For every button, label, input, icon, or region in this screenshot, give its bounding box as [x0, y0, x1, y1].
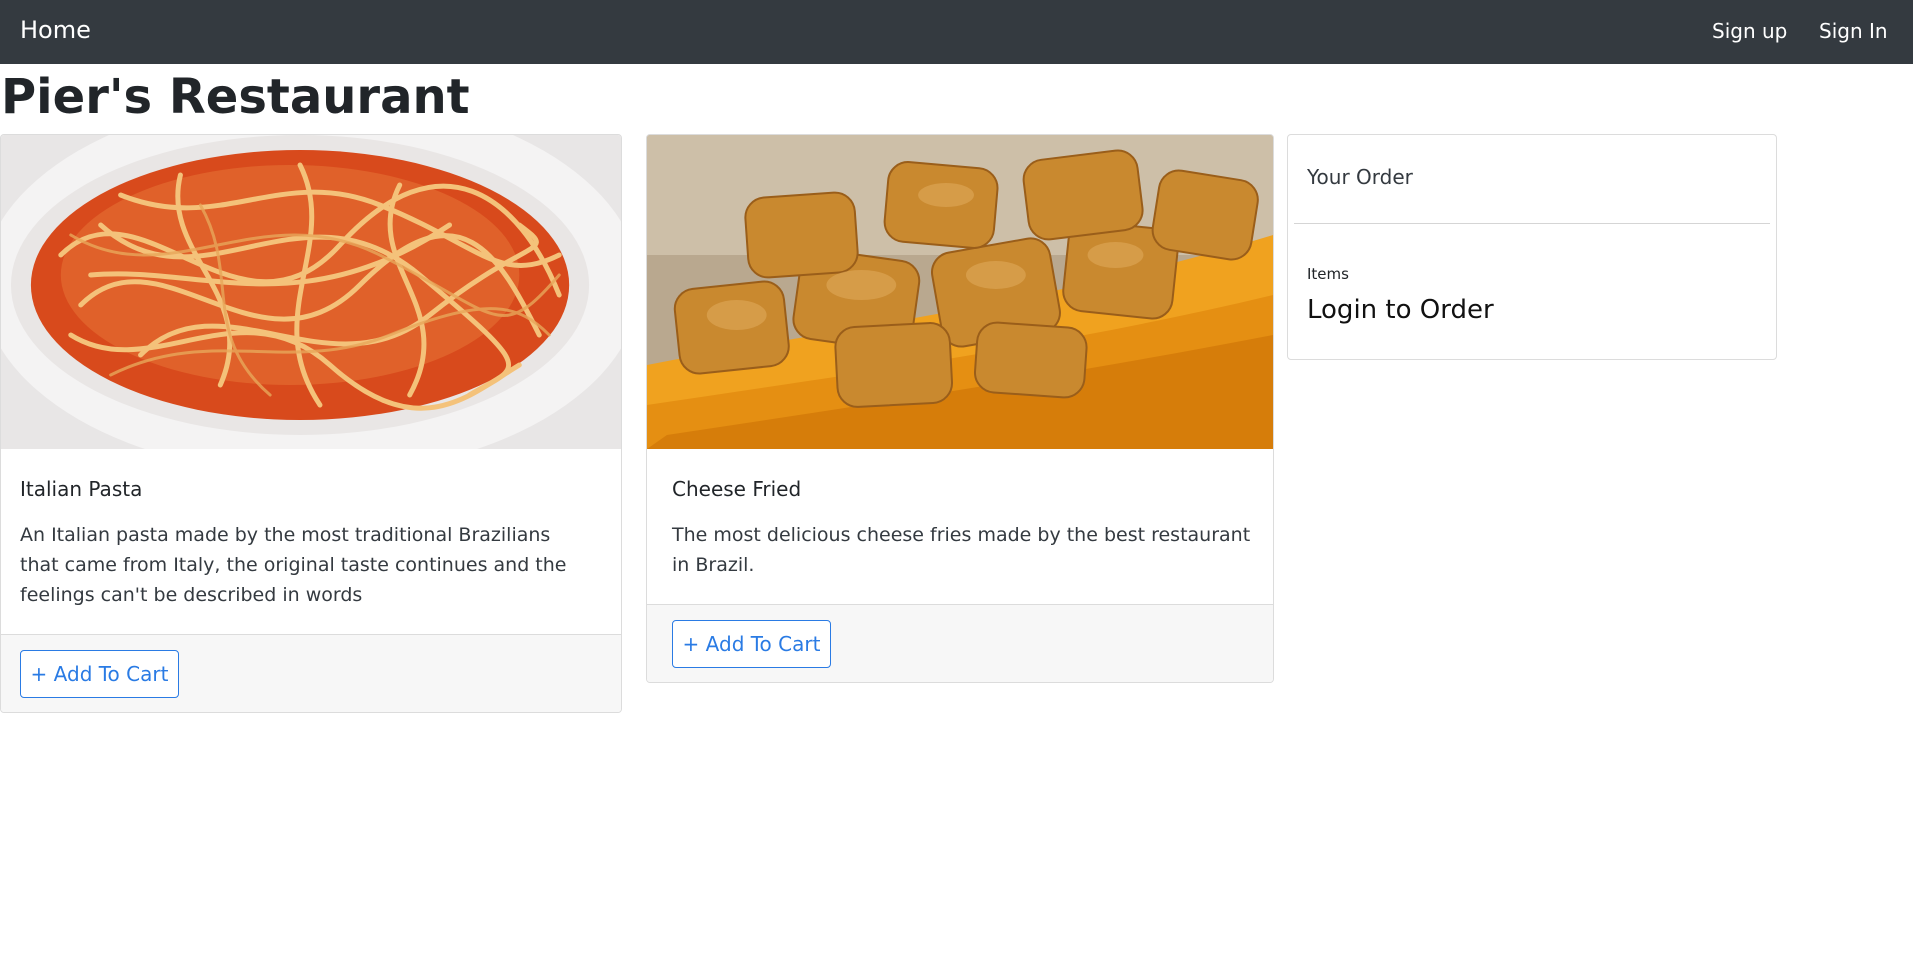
menu-card-italian-pasta: Italian Pasta An Italian pasta made by t…: [0, 134, 622, 713]
order-items-label: Items: [1307, 265, 1349, 283]
navbar: Home Sign up Sign In: [0, 0, 1913, 64]
nav-home-link[interactable]: Home: [20, 16, 91, 44]
order-panel: Your Order Items Login to Order: [1287, 134, 1777, 360]
order-title: Your Order: [1307, 165, 1413, 189]
page-title: Pier's Restaurant: [1, 69, 470, 125]
login-to-order-text: Login to Order: [1307, 295, 1494, 325]
add-to-cart-button[interactable]: + Add To Cart: [672, 620, 831, 668]
add-to-cart-button[interactable]: + Add To Cart: [20, 650, 179, 698]
menu-item-description: An Italian pasta made by the most tradit…: [20, 524, 567, 606]
menu-card-cheese-fried: Cheese Fried The most delicious cheese f…: [646, 134, 1274, 683]
divider: [1294, 223, 1770, 224]
menu-item-title: Cheese Fried: [672, 477, 802, 501]
nav-sign-in-link[interactable]: Sign In: [1819, 19, 1888, 43]
card-footer: + Add To Cart: [647, 604, 1273, 682]
menu-item-description: The most delicious cheese fries made by …: [672, 524, 1251, 576]
menu-item-title: Italian Pasta: [20, 477, 143, 501]
spaghetti-image: [1, 135, 621, 449]
cheese-fries-image: [647, 135, 1273, 449]
nav-sign-up-link[interactable]: Sign up: [1712, 19, 1787, 43]
card-footer: + Add To Cart: [1, 634, 621, 712]
